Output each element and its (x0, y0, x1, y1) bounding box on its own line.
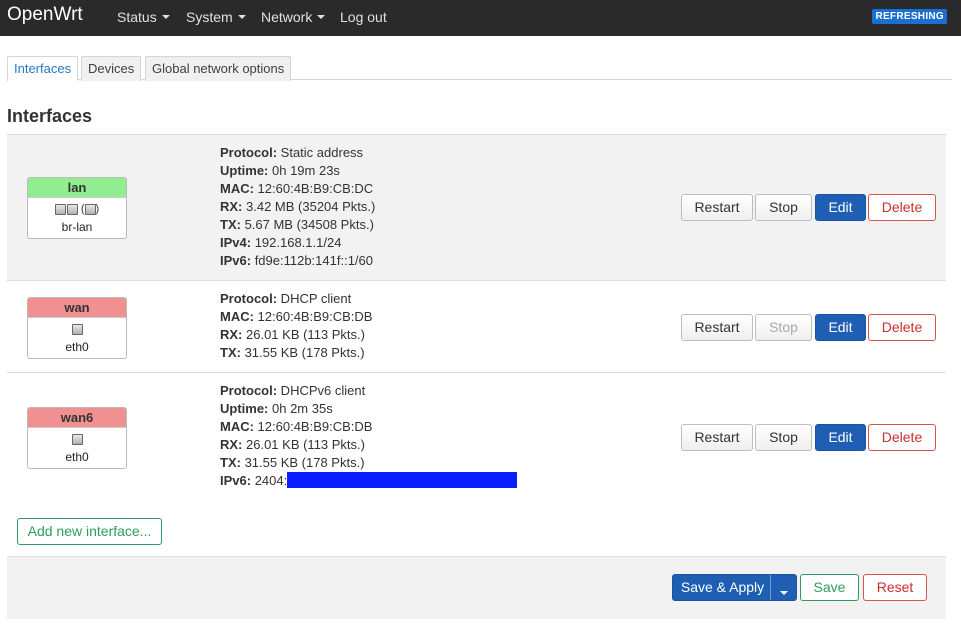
network-device-icons (28, 433, 126, 449)
tab-bar: Interfaces Devices Global network option… (7, 56, 952, 81)
reset-button[interactable]: Reset (863, 574, 927, 601)
delete-button[interactable]: Delete (868, 194, 936, 221)
menu-status[interactable]: Status (117, 9, 170, 25)
info-line: MAC: 12:60:4B:B9:CB:DB (220, 309, 373, 324)
info-line: TX: 31.55 KB (178 Pkts.) (220, 345, 365, 360)
network-device-icons (28, 323, 126, 339)
interface-badge-wan: wan eth0 (27, 297, 127, 359)
stop-button[interactable]: Stop (755, 424, 812, 451)
interface-row-wan6: wan6 eth0 Protocol: DHCPv6 client Uptime… (7, 372, 946, 500)
delete-button[interactable]: Delete (868, 424, 936, 451)
info-line: Protocol: DHCPv6 client (220, 383, 366, 398)
device-name: eth0 (65, 340, 89, 354)
restart-button[interactable]: Restart (681, 424, 753, 451)
info-line: IPv6: fd9e:112b:141f::1/60 (220, 253, 373, 268)
add-interface-button[interactable]: Add new interface... (17, 518, 162, 545)
interface-info: Protocol: Static address Uptime: 0h 19m … (220, 144, 375, 270)
info-line: TX: 5.67 MB (34508 Pkts.) (220, 217, 374, 232)
redacted-block (287, 472, 518, 488)
interface-badge-wan6: wan6 eth0 (27, 407, 127, 469)
edit-button[interactable]: Edit (815, 194, 866, 221)
edit-button[interactable]: Edit (815, 314, 866, 341)
interface-name: lan (28, 178, 126, 198)
bridge-icon (66, 203, 78, 215)
page-title: Interfaces (7, 106, 93, 126)
chevron-down-icon (317, 15, 326, 19)
device-name: br-lan (61, 220, 93, 234)
delete-button[interactable]: Delete (868, 314, 936, 341)
save-apply-dropdown[interactable] (770, 575, 796, 600)
device-name: eth0 (65, 450, 89, 464)
stop-button[interactable]: Stop (755, 314, 812, 341)
ethernet-port-icon (84, 203, 96, 215)
menu-network[interactable]: Network (261, 9, 326, 25)
tab-interfaces[interactable]: Interfaces (7, 56, 79, 81)
chevron-down-icon (780, 591, 788, 595)
info-line: MAC: 12:60:4B:B9:CB:DB (220, 419, 373, 434)
menu-logout[interactable]: Log out (340, 9, 387, 25)
bridge-icon (54, 203, 66, 215)
interface-name: wan (28, 298, 126, 318)
save-button[interactable]: Save (800, 574, 859, 601)
tab-global-network-options[interactable]: Global network options (145, 56, 292, 81)
info-line: TX: 31.55 KB (178 Pkts.) (220, 455, 365, 470)
edit-button[interactable]: Edit (815, 424, 866, 451)
restart-button[interactable]: Restart (681, 314, 753, 341)
interface-info: Protocol: DHCPv6 client Uptime: 0h 2m 35… (220, 382, 518, 490)
stop-button[interactable]: Stop (755, 194, 812, 221)
interface-row-wan: wan eth0 Protocol: DHCP client MAC: 12:6… (7, 280, 946, 372)
menu-system[interactable]: System (186, 9, 246, 25)
info-line: MAC: 12:60:4B:B9:CB:DC (220, 181, 374, 196)
top-navbar: OpenWrt Status System Network Log out RE… (0, 0, 961, 36)
info-line: Uptime: 0h 19m 23s (220, 163, 340, 178)
brand-logo[interactable]: OpenWrt (7, 4, 83, 26)
restart-button[interactable]: Restart (681, 194, 753, 221)
footer-actions: Save & Apply Save Reset (7, 556, 946, 619)
interface-badge-lan: lan () br-lan (27, 177, 127, 239)
network-device-icons: () (28, 203, 126, 219)
chevron-down-icon (237, 15, 246, 19)
info-line: Protocol: Static address (220, 145, 364, 160)
refreshing-indicator[interactable]: REFRESHING (872, 9, 947, 24)
info-line: IPv6: 2404: (220, 472, 518, 490)
info-line: Uptime: 0h 2m 35s (220, 401, 333, 416)
interface-row-lan: lan () br-lan Protocol: Static address U… (7, 134, 946, 280)
chevron-down-icon (161, 15, 170, 19)
info-line: RX: 3.42 MB (35204 Pkts.) (220, 199, 376, 214)
info-line: RX: 26.01 KB (113 Pkts.) (220, 437, 365, 452)
info-line: IPv4: 192.168.1.1/24 (220, 235, 342, 250)
info-line: RX: 26.01 KB (113 Pkts.) (220, 327, 365, 342)
interface-name: wan6 (28, 408, 126, 428)
ethernet-port-icon (71, 323, 83, 335)
ethernet-port-icon (71, 433, 83, 445)
tab-devices[interactable]: Devices (81, 56, 142, 81)
interface-info: Protocol: DHCP client MAC: 12:60:4B:B9:C… (220, 290, 372, 362)
info-line: Protocol: DHCP client (220, 291, 352, 306)
